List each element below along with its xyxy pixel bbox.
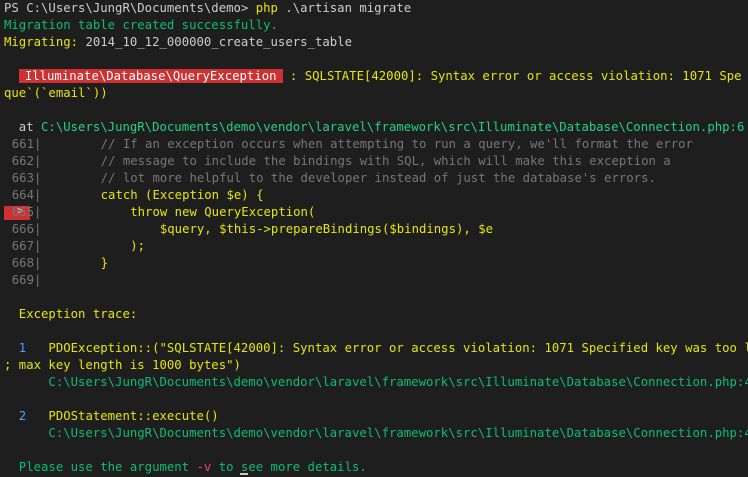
trace-path: C:\Users\JungR\Documents\demo\vendor\lar… [4, 426, 748, 440]
terminal-cursor [240, 473, 248, 475]
exception-badge: Illuminate\Database\QueryException [18, 69, 283, 83]
code-line: 664| catch (Exception $e) { [4, 187, 264, 204]
trace-number: 2 [4, 409, 27, 423]
trace-item: 2 PDOStatement::execute() [4, 408, 219, 425]
code-text: throw new QueryException( [41, 205, 316, 219]
location-path: C:\Users\JungR\Documents\demo\vendor\lar… [41, 120, 745, 134]
line-number: 665 [11, 205, 34, 219]
trace-call: PDOStatement::execute() [26, 409, 219, 423]
code-line: 668| } [4, 255, 108, 272]
code-line-highlighted: 665| throw new QueryException( [4, 204, 316, 221]
line-number: 661 [11, 137, 34, 151]
code-line: 667| ); [4, 238, 145, 255]
line-number: 667 [11, 239, 34, 253]
code-line: 662| // message to include the bindings … [4, 153, 671, 170]
code-text: $query, $this->prepareBindings($bindings… [41, 222, 494, 236]
hint-text: Please use the argument [4, 460, 197, 474]
code-line: 663| // lot more helpful to the develope… [4, 170, 656, 187]
line-number: 663 [11, 171, 34, 185]
code-line: 661| // If an exception occurs when atte… [4, 136, 693, 153]
prompt-path: PS C:\Users\JungR\Documents\demo> [4, 1, 256, 15]
code-comment: // If an exception occurs when attemptin… [41, 137, 693, 151]
code-text: catch (Exception $e) { [41, 188, 264, 202]
trace-item: 1 PDOException::("SQLSTATE[42000]: Synta… [4, 340, 748, 357]
line-number: 668 [11, 256, 34, 270]
line-number: 666 [11, 222, 34, 236]
line-number: 662 [11, 154, 34, 168]
trace-call-cont: ; max key length is 1000 bytes") [4, 358, 241, 372]
migrating-line: Migrating: 2014_10_12_000000_create_user… [4, 34, 352, 51]
trace-number: 1 [4, 341, 27, 355]
hint-flag: -v [196, 460, 212, 474]
error-line: Illuminate\Database\QueryException : SQL… [4, 68, 742, 85]
prompt-command: php [255, 1, 278, 15]
code-text: } [41, 256, 109, 270]
line-number: 664 [11, 188, 34, 202]
error-message-cont: que`(`email`)) [4, 86, 108, 100]
code-line: 669| [4, 272, 42, 289]
migrating-name: 2014_10_12_000000_create_users_table [78, 35, 352, 49]
prompt-line: PS C:\Users\JungR\Documents\demo> php .\… [4, 0, 411, 17]
line-number: 669 [11, 273, 34, 287]
trace-title: Exception trace: [4, 307, 138, 321]
terminal-window[interactable]: PS C:\Users\JungR\Documents\demo> php .\… [0, 0, 748, 477]
location-at: at [4, 120, 42, 134]
code-comment: // message to include the bindings with … [41, 154, 671, 168]
migrating-label: Migrating: [4, 35, 79, 49]
migration-created-text: Migration table created successfully. [4, 18, 278, 32]
hint-line: Please use the argument -v to see more d… [4, 459, 367, 476]
location-line: at C:\Users\JungR\Documents\demo\vendor\… [4, 119, 745, 136]
code-line: 666| $query, $this->prepareBindings($bin… [4, 221, 493, 238]
error-message: : SQLSTATE[42000]: Syntax error or acces… [282, 69, 742, 83]
code-text: ); [41, 239, 146, 253]
trace-call: PDOException::("SQLSTATE[42000]: Syntax … [26, 341, 748, 355]
prompt-args: .\artisan migrate [277, 1, 412, 15]
trace-path: C:\Users\JungR\Documents\demo\vendor\lar… [4, 375, 748, 389]
code-comment: // lot more helpful to the developer ins… [41, 171, 656, 185]
hint-text-end: to see more details. [211, 460, 367, 474]
